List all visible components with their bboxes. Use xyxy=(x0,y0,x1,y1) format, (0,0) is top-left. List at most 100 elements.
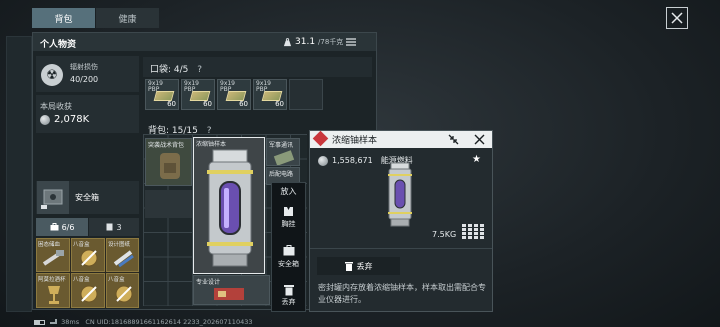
ping-value: 38ms xyxy=(61,318,80,326)
vest-icon xyxy=(284,207,293,216)
safe-icon xyxy=(283,245,295,256)
menu-put-in[interactable]: 放入 xyxy=(271,186,306,197)
menu-chest-rig-label: 胸挂 xyxy=(281,220,296,228)
grid-item[interactable]: 八音盒 xyxy=(71,273,105,308)
ammo-slot[interactable]: 9x19 PBP 60 xyxy=(181,79,215,110)
pocket-label: 口袋: xyxy=(150,65,172,75)
pocket-count: 4/5 xyxy=(173,65,189,75)
trash-icon xyxy=(344,261,353,271)
size-grid-icon xyxy=(462,224,484,239)
grid-item[interactable]: 八音盒 xyxy=(106,273,139,308)
selected-item[interactable]: 浓缩铀样本 xyxy=(193,137,265,274)
tab-safe-items[interactable]: 6/6 xyxy=(36,218,88,236)
safe-box-icon xyxy=(41,189,63,209)
item-name: 困态储血 xyxy=(38,242,61,248)
item-name: 浓缩铀样本 xyxy=(196,141,227,148)
blueprint-icon xyxy=(113,250,134,268)
discard-label: 丢弃 xyxy=(356,261,373,271)
card-count: 3 xyxy=(116,222,122,232)
uranium-canister-icon xyxy=(388,162,412,227)
weight-display: 31.1/78千克 xyxy=(283,37,357,47)
weight-value: 31.1 xyxy=(295,37,316,47)
backpack-item[interactable]: 突袭战术背包 xyxy=(145,138,192,186)
ammo-slot[interactable]: 9x19 PBP 60 xyxy=(145,79,179,110)
music-box-icon xyxy=(80,285,98,303)
item-name: 设计图纸 xyxy=(108,242,131,248)
earnings-label: 本局收获 xyxy=(40,102,72,111)
briefcase-icon xyxy=(50,223,59,231)
pocket-title: 口袋: 4/5 ? xyxy=(150,62,202,75)
tab-card-items[interactable]: 3 xyxy=(89,218,139,236)
detail-title: 浓缩铀样本 xyxy=(332,136,378,146)
earnings-row: 2,078K xyxy=(40,114,89,125)
ammo-slot[interactable]: 9x19 PBP 60 xyxy=(217,79,251,110)
tab-health-label: 健康 xyxy=(118,14,137,25)
menu-discard[interactable]: 丢弃 xyxy=(271,281,306,309)
detail-weight: 7.5KG xyxy=(432,230,457,239)
weight-icon xyxy=(283,37,292,46)
radiation-icon: ☢ xyxy=(41,64,63,86)
ammo-count: 60 xyxy=(275,100,284,108)
grid-item[interactable]: 困态储血 xyxy=(36,238,70,272)
card-icon xyxy=(106,223,113,231)
list-icon[interactable] xyxy=(346,38,357,46)
tab-health[interactable]: 健康 xyxy=(96,8,159,28)
menu-safe-box-label: 安全箱 xyxy=(278,260,299,268)
earnings-value: 2,078K xyxy=(54,114,90,125)
panel-title: 个人物资 xyxy=(40,40,77,50)
item-name: 后配电路 xyxy=(269,171,294,178)
goblet-icon xyxy=(48,286,60,304)
radiation-label: 辐射损伤 xyxy=(70,63,98,71)
item-name: 阿莫拉酒杯 xyxy=(38,277,66,283)
grid-item[interactable]: 设计图纸 xyxy=(106,238,139,272)
item-name: 八音盒 xyxy=(73,242,90,248)
backpack-icon xyxy=(160,153,180,179)
trash-icon xyxy=(284,285,294,296)
close-button[interactable] xyxy=(666,7,688,29)
menu-safe-box[interactable]: 安全箱 xyxy=(271,241,306,269)
menu-discard-label: 丢弃 xyxy=(281,298,296,306)
backpack-item[interactable]: 军事通讯 xyxy=(266,138,300,166)
coin-icon xyxy=(40,114,50,125)
side-panel-decor xyxy=(6,36,32,312)
safe-box-label: 安全箱 xyxy=(75,193,99,202)
ammo-slot[interactable]: 9x19 PBP 60 xyxy=(253,79,287,110)
safe-count: 6/6 xyxy=(61,222,75,232)
discard-button[interactable]: 丢弃 xyxy=(317,257,400,275)
battery-icon xyxy=(34,319,45,325)
empty-pocket-slot[interactable] xyxy=(289,79,323,110)
device-icon xyxy=(214,288,244,300)
radiation-value: 40/200 xyxy=(70,75,99,84)
item-name: 八音盒 xyxy=(73,277,90,283)
safe-box-slot[interactable] xyxy=(37,181,69,214)
grid-item[interactable]: 阿莫拉酒杯 xyxy=(36,273,70,308)
backpack-item[interactable]: 专业设计 xyxy=(193,275,270,305)
item-name: 突袭战术背包 xyxy=(148,142,185,149)
menu-chest-rig[interactable]: 胸挂 xyxy=(271,201,306,229)
ammo-count: 60 xyxy=(203,100,212,108)
item-name: 八音盒 xyxy=(108,277,125,283)
close-icon xyxy=(671,12,683,24)
music-box-icon xyxy=(115,285,133,303)
empty-slot[interactable] xyxy=(145,190,192,218)
uranium-canister-icon xyxy=(207,149,253,267)
pocket-help[interactable]: ? xyxy=(197,65,202,75)
star-icon[interactable]: ★ xyxy=(472,154,481,165)
signal-icon xyxy=(50,319,58,324)
collapse-icon[interactable] xyxy=(448,134,459,145)
detail-description: 密封罐内存放着浓缩铀样本，样本取出需配合专业仪器进行。 xyxy=(318,283,486,304)
ammo-count: 60 xyxy=(167,100,176,108)
weight-max: /78千克 xyxy=(318,38,344,46)
detail-divider xyxy=(310,248,492,249)
music-box-icon xyxy=(80,249,98,267)
detail-price: 1,558,671 xyxy=(332,156,373,165)
coin-icon xyxy=(318,155,328,166)
tab-backpack[interactable]: 背包 xyxy=(32,8,95,28)
tab-backpack-label: 背包 xyxy=(54,14,73,25)
uid-text: CN UID:18168891661162614 2233_2026071104… xyxy=(85,318,253,326)
status-footer: 38ms CN UID:18168891661162614 2233_20260… xyxy=(34,318,252,326)
chainsaw-icon xyxy=(42,250,64,266)
ammo-count: 60 xyxy=(239,100,248,108)
grid-item[interactable]: 八音盒 xyxy=(71,238,105,272)
close-icon[interactable] xyxy=(474,134,485,145)
